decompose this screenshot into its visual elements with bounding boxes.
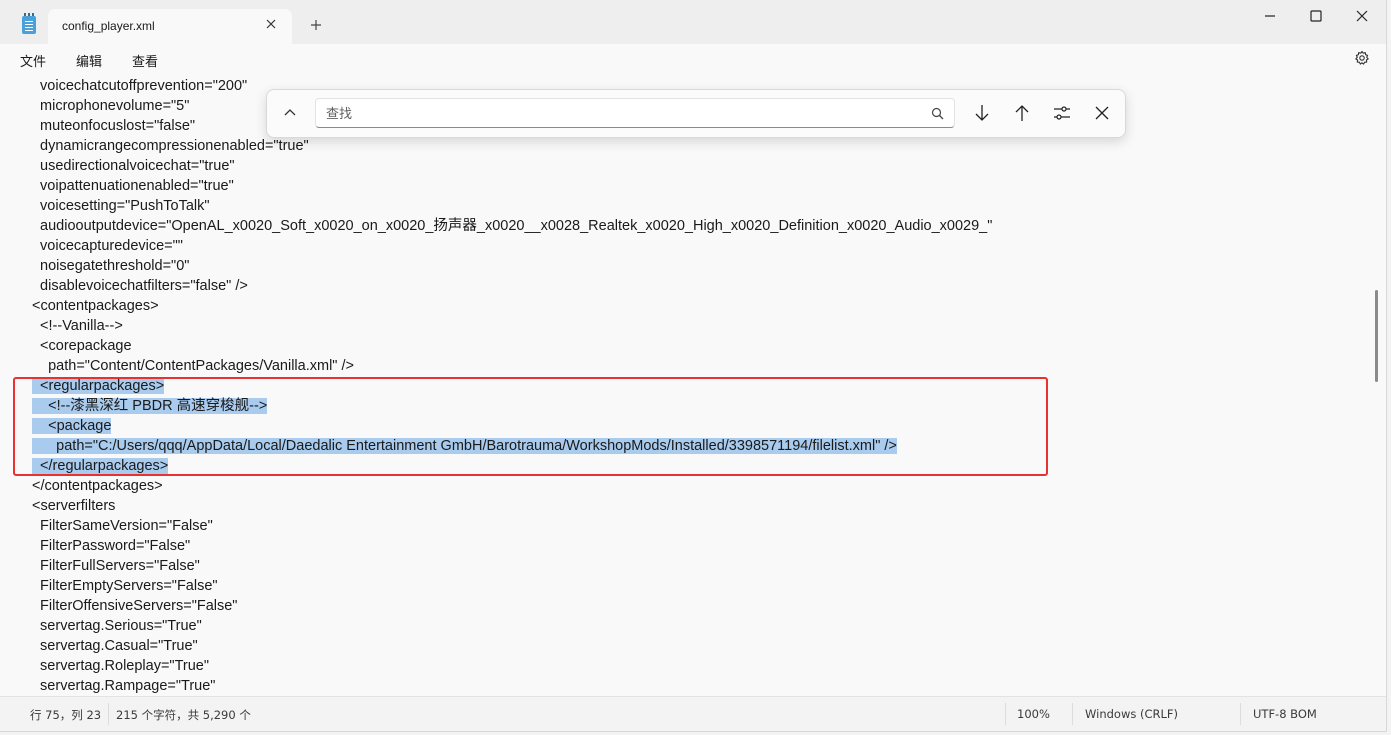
zoom-level[interactable]: 100% [1017,707,1050,721]
code-line[interactable]: FilterFullServers="False" [32,556,200,576]
code-text: <!--Vanilla--> [32,318,123,334]
close-find-icon[interactable] [1091,102,1113,124]
code-text: noisegatethreshold="0" [32,258,190,274]
cursor-position: 行 75，列 23 [30,708,102,722]
search-icon[interactable] [931,107,944,120]
status-divider [108,703,109,725]
maximize-icon[interactable] [1308,8,1324,24]
find-input[interactable] [324,102,908,126]
code-line[interactable]: microphonevolume="5" [32,96,189,116]
encoding[interactable]: UTF-8 BOM [1253,707,1317,721]
code-text: usedirectionalvoicechat="true" [32,158,235,174]
code-line[interactable]: FilterPassword="False" [32,536,190,556]
code-line[interactable]: </contentpackages> [32,476,163,496]
menu-edit[interactable]: 编辑 [76,51,102,70]
code-text: </contentpackages> [32,478,163,494]
code-line[interactable]: <contentpackages> [32,296,159,316]
code-line[interactable]: voicecapturedevice="" [32,236,183,256]
code-line[interactable]: FilterSameVersion="False" [32,516,213,536]
menu-file[interactable]: 文件 [20,51,46,70]
code-text: path="Content/ContentPackages/Vanilla.xm… [32,358,354,374]
tab-title: config_player.xml [62,19,155,33]
find-bar [266,89,1126,138]
title-bar: config_player.xml [0,0,1386,44]
code-text: disablevoicechatfilters="false" /> [32,278,248,294]
code-line[interactable]: voicechatcutoffprevention="200" [32,76,247,96]
code-line[interactable]: audiooutputdevice="OpenAL_x0020_Soft_x00… [32,216,992,236]
code-line[interactable]: servertag.Rampage="True" [32,676,215,696]
code-line[interactable]: <corepackage [32,336,132,356]
code-text: microphonevolume="5" [32,98,190,114]
code-line[interactable]: <serverfilters [32,496,115,516]
code-line[interactable]: muteonfocuslost="false" [32,116,195,136]
status-bar: 行 75，列 23 215 个字符，共 5,290 个 100% Windows… [0,696,1386,731]
code-text: <serverfilters [32,498,116,514]
find-next-arrow-down-icon[interactable] [971,102,993,124]
code-text: <corepackage [32,338,132,354]
settings-gear-icon[interactable] [1354,50,1370,66]
code-text: servertag.Rampage="True" [32,678,216,694]
character-count: 215 个字符，共 5,290 个 [116,708,251,722]
find-input-box [315,98,955,128]
code-text: FilterOffensiveServers="False" [32,598,238,614]
vertical-scrollbar-thumb[interactable] [1375,290,1378,382]
code-line[interactable]: <!--Vanilla--> [32,316,123,336]
line-ending[interactable]: Windows (CRLF) [1085,707,1178,721]
menu-bar: 文件 编辑 查看 [0,44,1386,76]
code-line[interactable]: servertag.Roleplay="True" [32,656,209,676]
code-text: voicesetting="PushToTalk" [32,198,210,214]
status-divider [1005,703,1006,725]
menu-view[interactable]: 查看 [132,51,158,70]
notepad-window: config_player.xml 文件 编辑 查看 voicechatcuto… [0,0,1387,732]
code-line[interactable]: noisegatethreshold="0" [32,256,189,276]
close-window-icon[interactable] [1354,8,1370,24]
minimize-icon[interactable] [1262,8,1278,24]
code-text: voipattenuationenabled="true" [32,178,234,194]
code-text: servertag.Roleplay="True" [32,658,209,674]
code-line[interactable]: FilterOffensiveServers="False" [32,596,237,616]
red-annotation-box [13,377,1048,476]
close-tab-icon[interactable] [264,17,278,31]
code-text: voicechatcutoffprevention="200" [32,78,248,94]
code-text: muteonfocuslost="false" [32,118,196,134]
new-tab-icon[interactable] [308,17,324,33]
code-text: FilterPassword="False" [32,538,191,554]
code-line[interactable]: dynamicrangecompressionenabled="true" [32,136,309,156]
code-text: servertag.Serious="True" [32,618,202,634]
code-text: servertag.Casual="True" [32,638,198,654]
find-options-sliders-icon[interactable] [1051,102,1073,124]
find-previous-arrow-up-icon[interactable] [1011,102,1033,124]
code-text: FilterFullServers="False" [32,558,200,574]
code-line[interactable]: voicesetting="PushToTalk" [32,196,210,216]
notepad-app-icon [22,13,36,34]
code-text: FilterSameVersion="False" [32,518,213,534]
code-text: voicecapturedevice="" [32,238,183,254]
file-tab[interactable]: config_player.xml [48,9,292,44]
code-text: audiooutputdevice="OpenAL_x0020_Soft_x00… [32,218,993,234]
code-line[interactable]: disablevoicechatfilters="false" /> [32,276,248,296]
code-line[interactable]: servertag.Casual="True" [32,636,198,656]
status-divider [1240,703,1241,725]
code-text: <contentpackages> [32,298,159,314]
code-line[interactable]: path="Content/ContentPackages/Vanilla.xm… [32,356,354,376]
code-line[interactable]: usedirectionalvoicechat="true" [32,156,235,176]
code-text: dynamicrangecompressionenabled="true" [32,138,309,154]
status-divider [1072,703,1073,725]
code-line[interactable]: servertag.Serious="True" [32,616,202,636]
code-line[interactable]: FilterEmptyServers="False" [32,576,218,596]
collapse-find-icon[interactable] [281,104,299,122]
code-line[interactable]: voipattenuationenabled="true" [32,176,234,196]
code-text: FilterEmptyServers="False" [32,578,218,594]
